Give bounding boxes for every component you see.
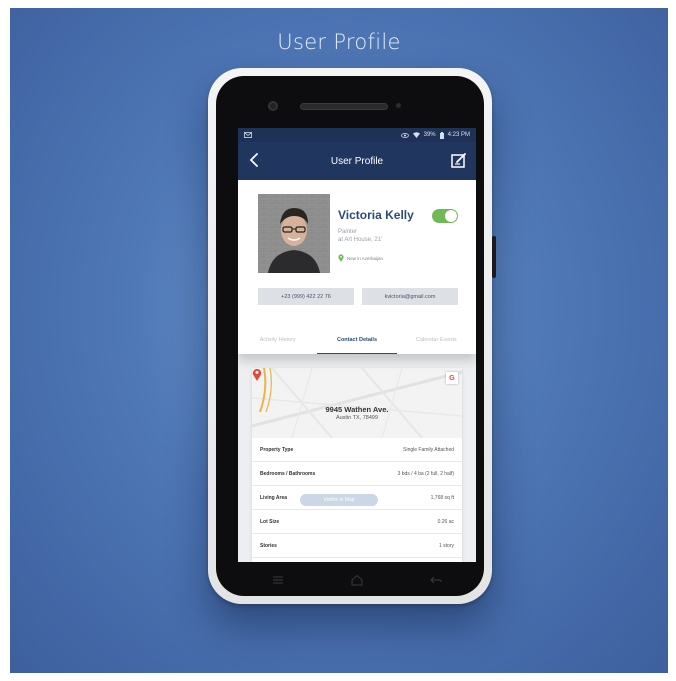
- status-indicators: 39% 4:23 PM: [400, 131, 470, 139]
- property-label: Property Type: [260, 446, 294, 453]
- wifi-icon: [412, 132, 420, 138]
- property-label: Living Area: [260, 494, 288, 501]
- property-value: 3 bds / 4 ba (2 full, 2 half): [397, 470, 454, 477]
- back-arrow-icon[interactable]: [246, 151, 264, 169]
- property-row: Property Type Single Family Attached: [252, 438, 462, 462]
- location-text: New in Azerbaijan: [347, 255, 384, 261]
- tab-calendar-events[interactable]: Calendar Events: [397, 326, 476, 354]
- back-nav-icon[interactable]: [429, 574, 443, 586]
- mail-icon: [244, 132, 252, 138]
- location-pin-icon: [338, 254, 344, 262]
- tab-contact-details[interactable]: Contact Details: [317, 326, 397, 354]
- profile-card: Victoria Kelly Painter at Art House, 21'…: [238, 180, 476, 354]
- home-icon[interactable]: [350, 574, 364, 586]
- earpiece-speaker: [300, 103, 388, 110]
- battery-icon: [439, 131, 444, 139]
- email-button[interactable]: kvictoria@gmail.com: [362, 288, 458, 305]
- map-streets: [252, 368, 462, 438]
- property-value: Single Family Attached: [403, 446, 454, 453]
- property-row: Lot Size 0.26 ac: [252, 510, 462, 534]
- toggle-knob: [445, 210, 457, 222]
- address-street: 9945 Wathen Ave.: [325, 405, 389, 414]
- app-header: User Profile: [238, 142, 476, 180]
- map-view[interactable]: 9945 Wathen Ave. Austin TX, 78499 G: [252, 368, 462, 438]
- map-pin-icon: [252, 369, 262, 381]
- property-label: Lot Size: [260, 518, 280, 525]
- avatar-photo: [258, 194, 330, 273]
- phone-screen: 39% 4:23 PM User Profile Victoria Kelly …: [238, 128, 476, 562]
- android-nav-bar: [238, 562, 476, 598]
- profile-location: New in Azerbaijan: [338, 254, 383, 262]
- property-value: 1 story: [438, 542, 454, 549]
- avatar: [258, 194, 330, 273]
- front-camera: [268, 101, 278, 111]
- profile-role-company: at Art House, 21': [338, 237, 383, 243]
- profile-tabs: Activity History Contact Details Calenda…: [238, 326, 476, 354]
- showcase-title: User Profile: [277, 30, 401, 54]
- property-row: Bedrooms / Bathrooms 3 bds / 4 ba (2 ful…: [252, 462, 462, 486]
- profile-name: Victoria Kelly: [338, 208, 414, 222]
- google-icon: G: [446, 372, 458, 384]
- profile-role-title: Painter: [338, 229, 358, 235]
- edit-icon[interactable]: [450, 151, 468, 169]
- property-label: Stories: [260, 542, 277, 549]
- sensor: [396, 103, 401, 108]
- phone-frame: 39% 4:23 PM User Profile Victoria Kelly …: [208, 68, 496, 604]
- eye-icon: [400, 132, 409, 138]
- tab-activity-history[interactable]: Activity History: [238, 326, 317, 354]
- property-value: 0.26 ac: [437, 518, 454, 525]
- profile-role: Painter at Art House, 21': [338, 228, 382, 244]
- showcase-background: User Profile 39% 4:23 PM User Profile Vi…: [10, 8, 668, 673]
- status-time: 4:23 PM: [447, 132, 470, 138]
- property-value: 1,768 sq ft: [430, 494, 454, 501]
- menu-icon[interactable]: [271, 574, 285, 586]
- power-button: [492, 236, 496, 278]
- address-city: Austin TX, 78499: [335, 415, 379, 421]
- property-details-card: 9945 Wathen Ave. Austin TX, 78499 G Prop…: [252, 368, 462, 562]
- phone-bezel: 39% 4:23 PM User Profile Victoria Kelly …: [216, 76, 484, 596]
- visible-in-map-button[interactable]: Visible in Map: [300, 494, 378, 506]
- page-title: User Profile: [330, 155, 384, 167]
- phone-button[interactable]: +23 (999) 422 22 76: [258, 288, 354, 305]
- property-row: Stories 1 story: [252, 534, 462, 558]
- profile-toggle[interactable]: [432, 209, 458, 223]
- property-label: Bedrooms / Bathrooms: [260, 470, 316, 477]
- contact-row: +23 (999) 422 22 76 kvictoria@gmail.com: [258, 288, 458, 305]
- battery-percent: 39%: [423, 132, 436, 138]
- status-bar: 39% 4:23 PM: [238, 128, 476, 142]
